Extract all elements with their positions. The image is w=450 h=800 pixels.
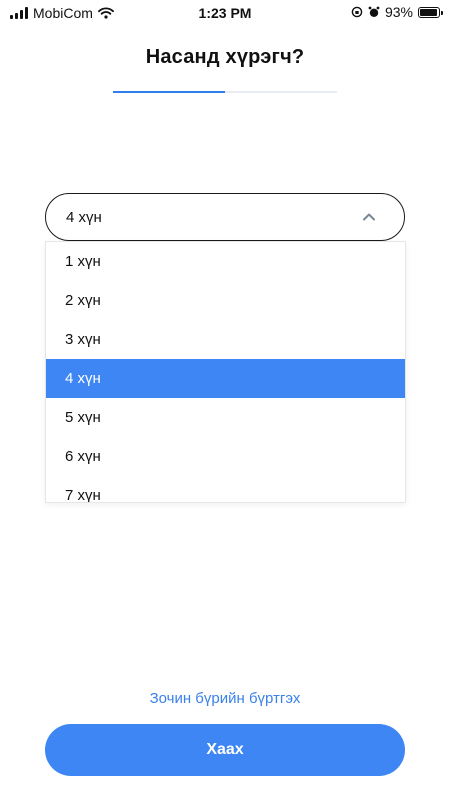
alarm-icon <box>368 6 380 17</box>
status-bar: MobiCom 1:23 PM 93% <box>0 0 450 26</box>
battery-fill <box>420 8 437 16</box>
selected-value: 4 хүн <box>66 208 102 226</box>
status-right: 93% <box>351 4 443 20</box>
register-each-guest-link[interactable]: Зочин бүрийн бүртгэх <box>0 690 450 707</box>
dropdown-option[interactable]: 5 хүн <box>46 398 405 437</box>
page-title: Насанд хүрэгч? <box>145 46 305 68</box>
guest-count-select[interactable]: 4 хүн <box>45 193 405 241</box>
orientation-lock-icon <box>351 6 363 18</box>
guest-count-dropdown[interactable]: 1 хүн 2 хүн 3 хүн 4 хүн 5 хүн 6 хүн 7 хү… <box>45 241 406 503</box>
dropdown-option[interactable]: 3 хүн <box>46 320 405 359</box>
step-progress-fill <box>113 91 225 93</box>
dropdown-option[interactable]: 4 хүн <box>46 359 405 398</box>
dropdown-option[interactable]: 1 хүн <box>46 242 405 281</box>
battery-percent: 93% <box>384 4 413 20</box>
dropdown-option[interactable]: 6 хүн <box>46 437 405 476</box>
battery-icon <box>418 6 443 18</box>
step-progress-track <box>113 91 337 93</box>
chevron-up-icon <box>363 213 375 221</box>
close-button[interactable]: Хаах <box>45 724 405 776</box>
dropdown-option[interactable]: 7 хүн <box>46 476 405 502</box>
dropdown-option[interactable]: 2 хүн <box>46 281 405 320</box>
